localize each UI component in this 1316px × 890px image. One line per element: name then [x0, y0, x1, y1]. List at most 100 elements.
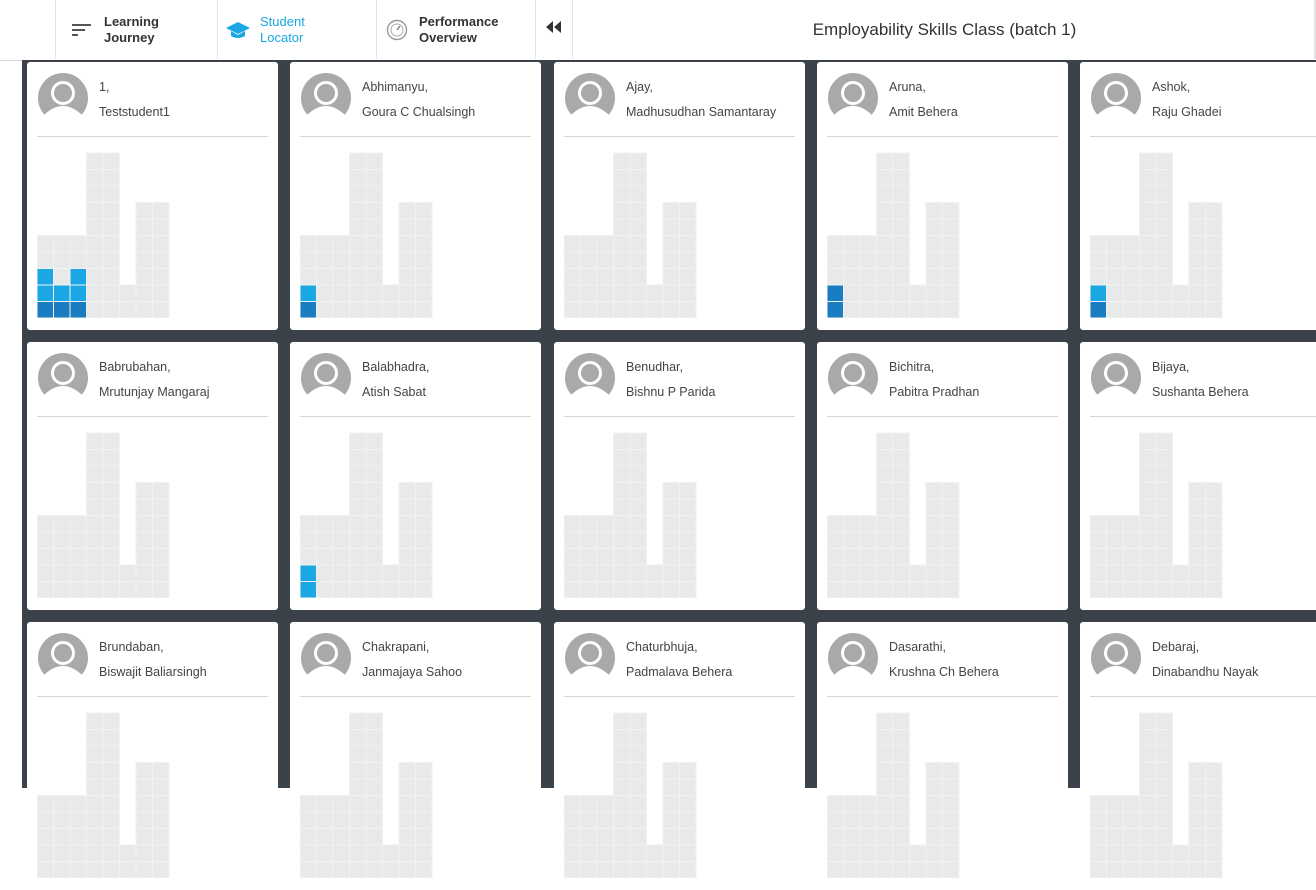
chart-cell	[925, 498, 943, 516]
student-card[interactable]: Chakrapani, Janmajaya Sahoo	[290, 622, 541, 890]
chart-cell	[398, 301, 416, 318]
chart-cell	[679, 795, 697, 813]
student-card[interactable]: Chaturbhuja, Padmalava Behera	[554, 622, 805, 890]
tab-student-locator[interactable]: Student Locator	[217, 0, 376, 59]
chart-cell	[859, 251, 877, 269]
card-divider	[300, 136, 531, 137]
chart-cell	[1188, 284, 1206, 302]
chart-cell	[1122, 301, 1140, 318]
chart-cell	[332, 795, 350, 813]
chart-cell	[1205, 284, 1223, 302]
chart-cell	[564, 548, 581, 566]
chart-cell	[365, 811, 383, 829]
chart-cell	[37, 581, 54, 598]
chart-cell	[876, 712, 894, 730]
chart-cell	[580, 811, 598, 829]
chart-cell	[415, 795, 433, 813]
chart-cell	[1155, 548, 1173, 566]
student-card[interactable]: Aruna, Amit Behera	[817, 62, 1068, 330]
chart-cell	[152, 531, 170, 549]
chart-cell	[365, 762, 383, 780]
chart-cell	[613, 284, 631, 302]
chart-cell	[1106, 235, 1124, 253]
student-card[interactable]: Bijaya, Sushanta Behera	[1080, 342, 1316, 610]
chart-cell	[1155, 152, 1173, 170]
avatar	[37, 72, 89, 124]
student-card[interactable]: Balabhadra, Atish Sabat	[290, 342, 541, 610]
chart-cell	[398, 482, 416, 500]
chart-cell	[69, 251, 87, 269]
student-card[interactable]: Dasarathi, Krushna Ch Behera	[817, 622, 1068, 890]
student-first-name: Babrubahan,	[99, 360, 171, 374]
chart-cell	[316, 844, 334, 862]
chart-cell	[398, 531, 416, 549]
chart-cell	[1090, 828, 1107, 846]
chart-cell	[1139, 432, 1157, 450]
chart-cell	[564, 844, 581, 862]
chart-cell	[613, 218, 631, 236]
chart-cell	[629, 795, 647, 813]
student-card[interactable]: Ashok, Raju Ghadei	[1080, 62, 1316, 330]
chart-cell	[37, 795, 54, 813]
chart-cell	[86, 185, 104, 203]
chart-cell	[646, 284, 664, 302]
chart-cell	[876, 564, 894, 582]
chart-cell	[629, 449, 647, 467]
chart-cell	[662, 778, 680, 796]
student-card[interactable]: Abhimanyu, Goura C Chualsingh	[290, 62, 541, 330]
chart-cell	[1106, 581, 1124, 598]
chart-cell	[1205, 828, 1223, 846]
chart-cell	[646, 581, 664, 598]
chart-cell	[349, 795, 367, 813]
chart-cell	[679, 235, 697, 253]
chart-cell	[613, 465, 631, 483]
chart-cell	[349, 482, 367, 500]
student-last-name: Atish Sabat	[362, 385, 426, 399]
chart-cell	[1188, 301, 1206, 318]
chart-cell	[859, 301, 877, 318]
chart-cell	[580, 235, 598, 253]
chart-cell	[1139, 301, 1157, 318]
chart-cell	[1188, 795, 1206, 813]
chart-cell	[316, 268, 334, 286]
chart-cell	[1155, 284, 1173, 302]
chart-cell	[349, 449, 367, 467]
chart-cell	[53, 581, 71, 598]
chart-cell	[102, 268, 120, 286]
student-last-name: Dinabandhu Nayak	[1152, 665, 1259, 679]
avatar	[37, 352, 89, 404]
chart-cell	[37, 235, 54, 253]
chart-cell	[876, 861, 894, 878]
progress-chart	[300, 152, 433, 318]
chart-cell	[876, 251, 894, 269]
chart-cell	[365, 284, 383, 302]
tab-performance-overview[interactable]: Performance Overview	[376, 0, 535, 59]
chart-cell	[1155, 301, 1173, 318]
chart-cell	[37, 861, 54, 878]
chart-cell	[827, 531, 844, 549]
chart-cell	[152, 301, 170, 318]
chart-cell	[1139, 828, 1157, 846]
chart-cell	[1205, 581, 1223, 598]
chart-cell	[629, 745, 647, 763]
collapse-sidebar-button[interactable]	[535, 0, 573, 59]
student-card[interactable]: 1, Teststudent1	[27, 62, 278, 330]
chart-cell	[69, 564, 87, 582]
student-card[interactable]: Babrubahan, Mrutunjay Mangaraj	[27, 342, 278, 610]
chart-cell	[86, 531, 104, 549]
chart-cell	[827, 548, 844, 566]
chart-cell	[942, 811, 960, 829]
chart-cell	[415, 778, 433, 796]
chart-cell	[53, 795, 71, 813]
student-card[interactable]: Ajay, Madhusudhan Samantaray	[554, 62, 805, 330]
chart-cell	[827, 861, 844, 878]
chart-cell	[152, 251, 170, 269]
chart-cell	[1122, 861, 1140, 878]
student-card[interactable]: Bichitra, Pabitra Pradhan	[817, 342, 1068, 610]
student-card[interactable]: Debaraj, Dinabandhu Nayak	[1080, 622, 1316, 890]
tab-learning-journey[interactable]: Learning Journey	[55, 0, 217, 59]
chart-cell	[892, 729, 910, 747]
student-card[interactable]: Brundaban, Biswajit Baliarsingh	[27, 622, 278, 890]
chart-cell	[564, 581, 581, 598]
student-card[interactable]: Benudhar, Bishnu P Parida	[554, 342, 805, 610]
